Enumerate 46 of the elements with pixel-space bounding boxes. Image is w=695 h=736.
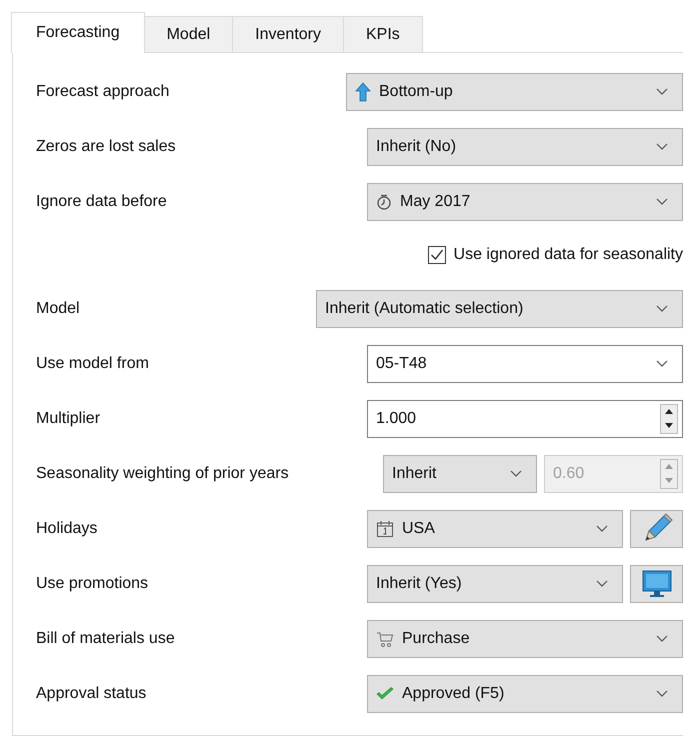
check-icon <box>376 686 394 700</box>
tab[interactable]: Inventory <box>232 16 344 52</box>
checkbox[interactable] <box>428 246 446 264</box>
chevron-down-icon <box>656 690 668 697</box>
monitor-icon <box>640 568 674 600</box>
tab[interactable]: KPIs <box>342 16 423 52</box>
field-label: Use promotions <box>36 574 148 592</box>
arrow-up-icon <box>355 82 371 102</box>
chevron-down-icon <box>656 635 668 642</box>
dropdown[interactable]: Purchase <box>367 620 683 658</box>
field-label: Forecast approach <box>36 82 170 100</box>
chevron-down-icon <box>656 88 668 95</box>
field-label: Use model from <box>36 354 149 372</box>
tab[interactable]: Model <box>144 16 234 52</box>
chevron-down-icon <box>656 360 668 367</box>
field-label: Zeros are lost sales <box>36 138 176 156</box>
seasonality-checkbox[interactable]: Use ignored data for seasonality <box>428 246 683 264</box>
dropdown[interactable]: USA <box>367 510 623 548</box>
calendar-icon <box>376 520 394 538</box>
number-field[interactable]: 1.000 <box>367 400 683 438</box>
edit-button[interactable] <box>630 510 683 548</box>
dropdown[interactable]: Inherit (Automatic selection) <box>316 290 683 328</box>
spin-arrows-icon[interactable] <box>660 404 678 434</box>
chevron-down-icon <box>656 305 668 312</box>
combo-field[interactable]: 05-T48 <box>367 344 683 382</box>
field-label: Bill of materials use <box>36 630 175 648</box>
field-label: Model <box>36 300 80 318</box>
chevron-down-icon <box>596 525 608 532</box>
dropdown[interactable]: Bottom-up <box>346 72 683 110</box>
field-label: Ignore data before <box>36 192 167 210</box>
dropdown[interactable]: Inherit (No) <box>367 128 683 166</box>
chevron-down-icon <box>656 198 668 205</box>
field-label: Multiplier <box>36 410 100 428</box>
dropdown[interactable]: Approved (F5) <box>367 674 683 712</box>
dropdown[interactable]: May 2017 <box>367 182 683 220</box>
clock-icon <box>376 194 392 210</box>
field-label: Approval status <box>36 684 146 702</box>
field-label: Holidays <box>36 520 98 538</box>
chevron-down-icon <box>656 143 668 150</box>
chevron-down-icon <box>510 470 522 477</box>
field-label: Seasonality weighting of prior years <box>36 464 289 482</box>
display-button[interactable] <box>630 564 683 602</box>
dropdown[interactable]: Inherit (Yes) <box>367 564 623 602</box>
tab[interactable]: Forecasting <box>11 12 145 53</box>
chevron-down-icon <box>596 580 608 587</box>
cart-icon <box>376 630 394 648</box>
